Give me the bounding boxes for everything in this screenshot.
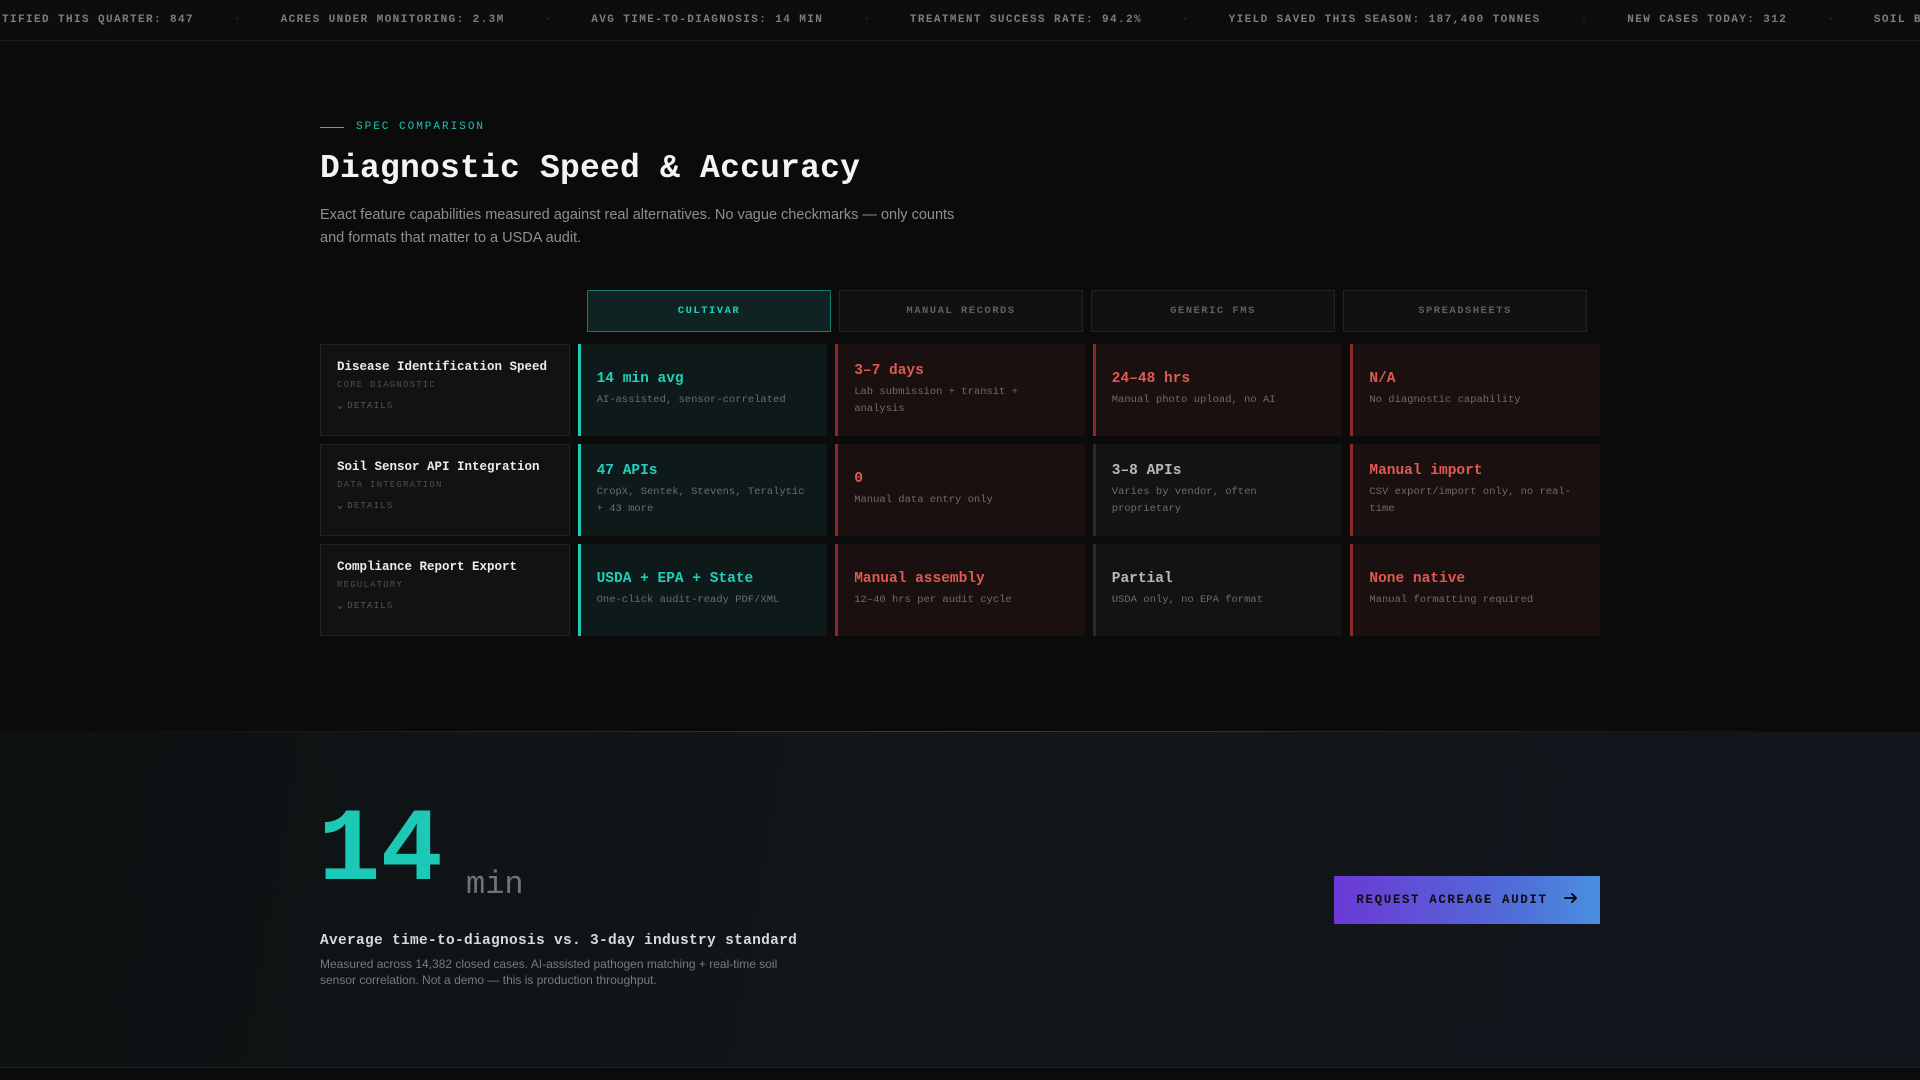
ticker-item: NEW CASES TODAY: 312 [1627, 14, 1788, 26]
ticker-separator: · [1827, 14, 1834, 26]
ticker-separator: · [234, 14, 241, 26]
ticker-item: AVG TIME-TO-DIAGNOSIS: 14 MIN [591, 14, 824, 26]
ticker-track: NTIFIED THIS QUARTER: 847 · ACRES UNDER … [0, 14, 1920, 26]
feature-category: DATA INTEGRATION [337, 480, 443, 490]
tab-generic-fms[interactable]: GENERIC FMS [1091, 290, 1335, 332]
tab-spreadsheets[interactable]: SPREADSHEETS [1343, 290, 1587, 332]
chevron-down-icon: ⌄ [337, 501, 345, 512]
cell-note: USDA only, no EPA format [1111, 594, 1264, 606]
cell-value: USDA + EPA + State [596, 571, 754, 587]
ticker-separator: · [1580, 14, 1588, 26]
chevron-down-icon: ⌄ [337, 601, 345, 612]
ticker-item: YIELD SAVED THIS SEASON: 187,400 TONNES [1228, 14, 1541, 26]
cell-cultivar: 47 APIs CropX, Sentek, Stevens, Teralyti… [577, 444, 828, 536]
cell-cultivar: USDA + EPA + State One-click audit-ready… [577, 544, 828, 636]
comparison-tabs: CULTIVAR MANUAL RECORDS GENERIC FMS SPRE… [587, 290, 1587, 332]
eyebrow-label: SPEC COMPARISON [356, 121, 486, 133]
request-audit-button[interactable]: REQUEST ACREAGE AUDIT [1334, 876, 1600, 924]
stat-number: 14 [318, 793, 443, 911]
feature-card: Soil Sensor API Integration DATA INTEGRA… [320, 444, 570, 536]
cell-note: Manual photo upload, no AI [1111, 394, 1276, 406]
cell-generic-fms: 24–48 hrs Manual photo upload, no AI [1092, 344, 1343, 436]
tab-cultivar[interactable]: CULTIVAR [587, 290, 831, 332]
cell-value: Manual assembly [854, 571, 985, 587]
cell-value: 14 min avg [596, 371, 684, 387]
cell-note: One-click audit-ready PDF/XML [596, 594, 780, 606]
cell-value: Partial [1111, 571, 1173, 587]
cell-value: None native [1369, 571, 1466, 587]
cell-note: No diagnostic capability [1369, 394, 1521, 406]
details-toggle[interactable]: ⌄ DETAILS [337, 600, 553, 612]
table-row: Compliance Report Export REGULATORY ⌄ DE… [320, 544, 1600, 636]
cell-value: N/A [1369, 371, 1396, 387]
comparison-table: Disease Identification Speed CORE DIAGNO… [320, 344, 1600, 644]
feature-name: Disease Identification Speed [337, 360, 548, 374]
cell-manual-records: Manual assembly 12–40 hrs per audit cycl… [835, 544, 1085, 636]
table-row: Disease Identification Speed CORE DIAGNO… [320, 344, 1600, 436]
feature-name: Compliance Report Export [337, 560, 518, 574]
details-toggle[interactable]: ⌄ DETAILS [337, 500, 553, 512]
cell-note: Manual formatting required [1369, 594, 1534, 606]
section-eyebrow: SPEC COMPARISON [320, 121, 485, 133]
stat-unit: min [466, 866, 524, 903]
feature-category: CORE DIAGNOSTIC [337, 380, 437, 390]
cell-spreadsheets: None native Manual formatting required [1350, 544, 1600, 636]
ticker-separator: · [544, 14, 552, 26]
ticker-item: TREATMENT SUCCESS RATE: 94.2% [909, 14, 1142, 26]
cell-note: Manual data entry only [854, 494, 993, 506]
feature-card: Compliance Report Export REGULATORY ⌄ DE… [320, 544, 570, 636]
cell-generic-fms: 3–8 APIs Varies by vendor, often proprie… [1092, 444, 1343, 536]
details-toggle[interactable]: ⌄ DETAILS [337, 400, 553, 412]
chevron-down-icon: ⌄ [337, 401, 345, 412]
stat-label: Average time-to-diagnosis vs. 3-day indu… [320, 933, 798, 949]
ticker-item: SOIL BIOPSIES LOG [1873, 14, 1920, 26]
cell-spreadsheets: N/A No diagnostic capability [1350, 344, 1600, 436]
details-label: DETAILS [347, 601, 394, 611]
page-title: Diagnostic Speed & Accuracy [320, 150, 861, 187]
cell-value: 3–7 days [854, 362, 924, 379]
ticker-separator: · [1181, 14, 1189, 26]
details-label: DETAILS [347, 501, 394, 511]
cell-value: 47 APIs [596, 462, 658, 479]
cell-note: 12–40 hrs per audit cycle [854, 594, 1012, 606]
arrow-right-icon [1563, 891, 1578, 910]
eyebrow-line [320, 126, 344, 128]
details-label: DETAILS [347, 401, 394, 411]
tab-manual-records[interactable]: MANUAL RECORDS [839, 290, 1083, 332]
cell-note: CSV export/import only, no real-time [1369, 485, 1572, 515]
feature-category: REGULATORY [337, 580, 404, 590]
cell-note: CropX, Sentek, Stevens, Teralytic + 43 m… [596, 485, 805, 515]
cell-note: AI-assisted, sensor-correlated [596, 394, 786, 406]
cell-generic-fms: Partial USDA only, no EPA format [1092, 544, 1343, 636]
stats-ticker: NTIFIED THIS QUARTER: 847 · ACRES UNDER … [0, 0, 1920, 41]
cell-value: Manual import [1369, 462, 1483, 479]
cell-manual-records: 0 Manual data entry only [835, 444, 1085, 536]
cell-value: 0 [854, 471, 863, 487]
ticker-item: ACRES UNDER MONITORING: 2.3M [280, 14, 505, 26]
page-subtitle: Exact feature capabilities measured agai… [320, 207, 955, 246]
cell-value: 24–48 hrs [1111, 371, 1191, 387]
cell-value: 3–8 APIs [1111, 462, 1182, 479]
feature-name: Soil Sensor API Integration [337, 460, 540, 474]
table-row: Soil Sensor API Integration DATA INTEGRA… [320, 444, 1600, 536]
section-divider [40, 731, 1880, 732]
feature-card: Disease Identification Speed CORE DIAGNO… [320, 344, 570, 436]
cell-spreadsheets: Manual import CSV export/import only, no… [1350, 444, 1600, 536]
ticker-separator: · [863, 14, 870, 26]
cell-note: Varies by vendor, often proprietary [1111, 485, 1257, 515]
stat-section [0, 732, 1920, 1068]
ticker-item: NTIFIED THIS QUARTER: 847 [0, 14, 195, 26]
cell-manual-records: 3–7 days Lab submission + transit + anal… [835, 344, 1085, 436]
stat-description: Measured across 14,382 closed cases. AI-… [320, 957, 778, 987]
cell-cultivar: 14 min avg AI-assisted, sensor-correlate… [577, 344, 828, 436]
cell-note: Lab submission + transit + analysis [854, 385, 1019, 415]
cta-label: REQUEST ACREAGE AUDIT [1356, 893, 1548, 907]
